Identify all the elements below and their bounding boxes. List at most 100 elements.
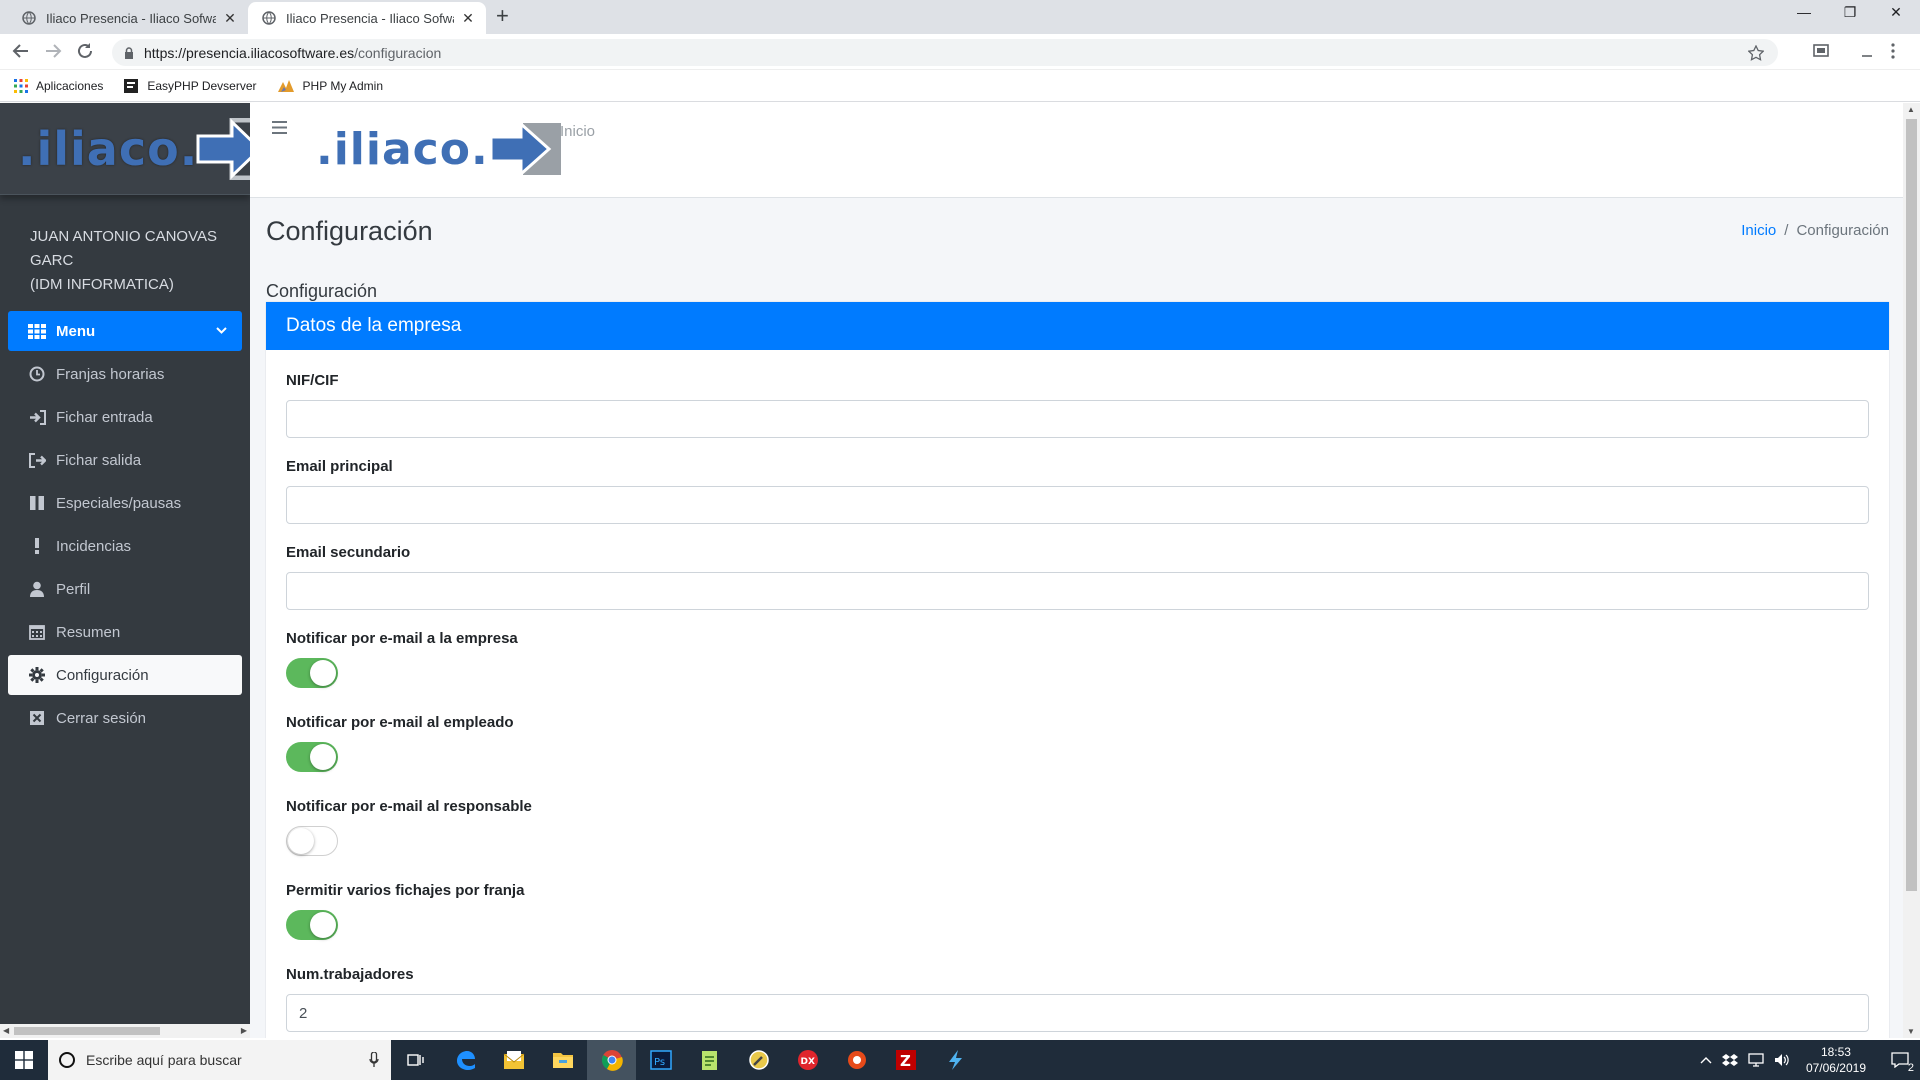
form-group-notif-responsable: Notificar por e-mail al responsable: [286, 798, 1869, 856]
minimize-button[interactable]: —: [1784, 4, 1824, 20]
varios-fichajes-toggle[interactable]: [286, 910, 338, 940]
sidebar-item-resumen[interactable]: Resumen: [8, 612, 242, 652]
back-arrow-icon[interactable]: [12, 42, 30, 60]
sidebar-item-fichar-salida[interactable]: Fichar salida: [8, 440, 242, 480]
sidebar-item-franjas-horarias[interactable]: Franjas horarias: [8, 354, 242, 394]
sidebar-item-label: Incidencias: [56, 537, 132, 555]
taskbar-app-filezilla[interactable]: Z: [881, 1040, 930, 1080]
scroll-up-icon[interactable]: ▲: [1907, 105, 1915, 114]
window-close-button[interactable]: ✕: [1876, 4, 1916, 21]
sidebar-menu-toggle[interactable]: Menu: [8, 311, 242, 351]
taskbar-app-explorer[interactable]: [538, 1040, 587, 1080]
scrollbar-thumb[interactable]: [1906, 119, 1917, 891]
scroll-right-icon[interactable]: ▶: [241, 1026, 247, 1035]
sidebar-user-panel[interactable]: JUAN ANTONIO CANOVAS GARC (IDM INFORMATI…: [0, 195, 250, 311]
bookmark-aplicaciones[interactable]: Aplicaciones: [14, 78, 104, 93]
reload-icon[interactable]: [76, 42, 94, 60]
breadcrumb-separator: /: [1784, 222, 1789, 239]
network-icon[interactable]: [1748, 1053, 1764, 1067]
top-logo[interactable]: .iliaco.: [316, 121, 563, 177]
user-name: JUAN ANTONIO CANOVAS GARC: [30, 228, 217, 269]
hamburger-menu-icon[interactable]: [272, 121, 287, 134]
notif-empleado-toggle[interactable]: [286, 742, 338, 772]
sidebar-item-incidencias[interactable]: Incidencias: [8, 526, 242, 566]
num-trabajadores-label: Num.trabajadores: [286, 966, 414, 983]
photoshop-icon: Ps: [649, 1050, 672, 1070]
globe-icon: [262, 11, 276, 25]
page-vertical-scrollbar[interactable]: ▲ ▼: [1903, 103, 1920, 1038]
taskbar-app-edge[interactable]: [440, 1040, 489, 1080]
address-bar[interactable]: https://presencia.iliacosoftware.es/conf…: [112, 39, 1778, 66]
browser-tab-active[interactable]: Iliaco Presencia - Iliaco Sofware c ✕: [248, 2, 486, 34]
notif-responsable-toggle[interactable]: [286, 826, 338, 856]
taskbar-clock[interactable]: 18:53 07/06/2019: [1806, 1044, 1866, 1076]
action-center-button[interactable]: 2: [1880, 1040, 1920, 1080]
sidebar-horizontal-scrollbar[interactable]: ◀ ▶: [0, 1024, 250, 1038]
cast-icon[interactable]: [1812, 42, 1830, 60]
taskbar-app-devexpress[interactable]: DX: [783, 1040, 832, 1080]
cortana-circle-icon: [58, 1051, 76, 1069]
sidebar-item-configuracion[interactable]: Configuración: [8, 655, 242, 695]
scroll-down-icon[interactable]: ▼: [1907, 1027, 1915, 1036]
sidebar-item-especiales-pausas[interactable]: Especiales/pausas: [8, 483, 242, 523]
nif-input[interactable]: [286, 400, 1869, 438]
taskbar-app-lightning[interactable]: [930, 1040, 979, 1080]
task-view-button[interactable]: [391, 1040, 440, 1080]
wrench-app-icon: [748, 1049, 770, 1071]
calendar-icon: [28, 624, 46, 640]
varios-fichajes-label: Permitir varios fichajes por franja: [286, 882, 525, 899]
git-client-icon: [846, 1049, 868, 1071]
notif-empresa-toggle[interactable]: [286, 658, 338, 688]
email-principal-input[interactable]: [286, 486, 1869, 524]
gear-icon: [28, 667, 46, 683]
breadcrumb-home-link[interactable]: Inicio: [1741, 222, 1776, 239]
tab-close-icon[interactable]: ✕: [460, 10, 476, 27]
scroll-left-icon[interactable]: ◀: [3, 1026, 9, 1035]
form-group-email-principal: Email principal: [286, 458, 1869, 524]
dropbox-icon[interactable]: [1721, 1053, 1738, 1067]
forward-arrow-icon[interactable]: [44, 42, 62, 60]
num-trabajadores-input[interactable]: 2: [286, 994, 1869, 1032]
mail-folder-icon: [503, 1050, 525, 1070]
nav-link-inicio[interactable]: Inicio: [560, 123, 595, 140]
lock-icon: [124, 46, 134, 59]
new-tab-button[interactable]: +: [496, 5, 509, 27]
taskbar-app-tool[interactable]: [734, 1040, 783, 1080]
tray-chevron-up-icon[interactable]: [1700, 1056, 1712, 1064]
toggle-knob: [310, 912, 336, 938]
form-group-nif: NIF/CIF: [286, 372, 1869, 438]
more-menu-icon[interactable]: [1890, 42, 1896, 60]
star-icon[interactable]: [1748, 45, 1764, 61]
phpmyadmin-icon: [277, 79, 295, 93]
taskbar-app-notepad[interactable]: [685, 1040, 734, 1080]
scrollbar-thumb[interactable]: [14, 1027, 160, 1035]
chrome-icon: [601, 1049, 623, 1071]
windows-start-button[interactable]: [0, 1040, 48, 1080]
taskbar-search-box[interactable]: Escribe aquí para buscar: [48, 1040, 391, 1080]
toggle-knob: [288, 828, 314, 854]
main-content: .iliaco. Inicio Configuración Inicio / Con…: [250, 103, 1903, 1038]
taskbar-app-git[interactable]: [832, 1040, 881, 1080]
tab-close-icon[interactable]: ✕: [222, 10, 238, 27]
taskbar-app-photoshop[interactable]: Ps: [636, 1040, 685, 1080]
taskbar-app-mail[interactable]: [489, 1040, 538, 1080]
profile-icon[interactable]: [1858, 42, 1876, 60]
brand-text: .iliaco.: [18, 121, 199, 176]
breadcrumb: Inicio / Configuración: [1741, 222, 1889, 239]
email-secundario-input[interactable]: [286, 572, 1869, 610]
maximize-button[interactable]: ❐: [1830, 4, 1870, 21]
microphone-icon[interactable]: [369, 1052, 379, 1068]
sidebar-item-perfil[interactable]: Perfil: [8, 569, 242, 609]
bookmark-phpmyadmin[interactable]: PHP My Admin: [277, 79, 383, 93]
taskbar-app-chrome[interactable]: [587, 1040, 636, 1080]
volume-icon[interactable]: [1774, 1053, 1790, 1067]
browser-tab-bar: Iliaco Presencia - Iliaco Sofware c ✕ Il…: [0, 0, 1920, 34]
clock-date: 07/06/2019: [1805, 1061, 1866, 1075]
bookmark-easyphp[interactable]: EasyPHP Devserver: [123, 78, 257, 94]
form-group-num-trabajadores: Num.trabajadores 2: [286, 966, 1869, 1032]
sidebar-item-cerrar-sesion[interactable]: Cerrar sesión: [8, 698, 242, 738]
sidebar-item-fichar-entrada[interactable]: Fichar entrada: [8, 397, 242, 437]
browser-tab[interactable]: Iliaco Presencia - Iliaco Sofware c ✕: [8, 2, 248, 34]
sidebar-brand-logo[interactable]: .iliaco.: [0, 103, 275, 195]
bookmark-label: Aplicaciones: [36, 78, 104, 93]
